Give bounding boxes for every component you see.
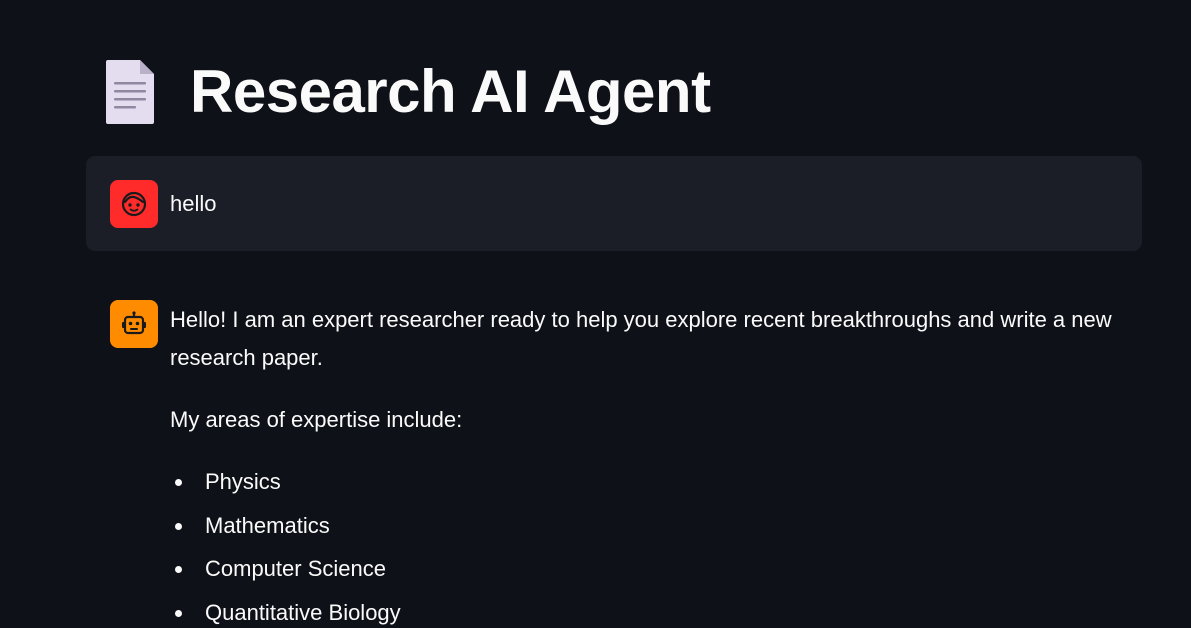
areas-list: Physics Mathematics Computer Science Qua… bbox=[170, 463, 1150, 628]
list-item-label: Physics bbox=[205, 469, 281, 494]
areas-heading: My areas of expertise include: bbox=[170, 407, 463, 432]
bullet-icon bbox=[175, 566, 182, 573]
robot-icon bbox=[122, 311, 146, 335]
face-icon bbox=[121, 191, 147, 217]
bullet-icon bbox=[175, 522, 182, 530]
bullet-icon bbox=[175, 609, 182, 617]
document-icon bbox=[106, 60, 154, 124]
list-item: Quantitative Biology bbox=[170, 594, 1150, 628]
list-item: Mathematics bbox=[170, 507, 1150, 551]
list-item-label: Computer Science bbox=[205, 556, 386, 581]
list-item-label: Quantitative Biology bbox=[205, 599, 401, 625]
assistant-intro-text: Hello! I am an expert researcher ready t… bbox=[170, 307, 1112, 370]
user-chat-message: hello bbox=[86, 156, 1142, 251]
bullet-icon bbox=[175, 479, 182, 486]
page-header: Research AI Agent bbox=[104, 56, 711, 128]
list-item: Physics bbox=[170, 463, 1150, 507]
assistant-avatar bbox=[110, 300, 158, 348]
list-item: Computer Science bbox=[170, 550, 1150, 594]
list-item-label: Mathematics bbox=[205, 512, 330, 538]
assistant-chat-message: Hello! I am an expert researcher ready t… bbox=[170, 301, 1150, 628]
page-title: Research AI Agent bbox=[190, 58, 711, 125]
app-page: Research AI Agent hello Hello! I am an e… bbox=[0, 0, 1191, 628]
user-message-text: hello bbox=[170, 191, 217, 216]
user-avatar bbox=[110, 180, 158, 228]
